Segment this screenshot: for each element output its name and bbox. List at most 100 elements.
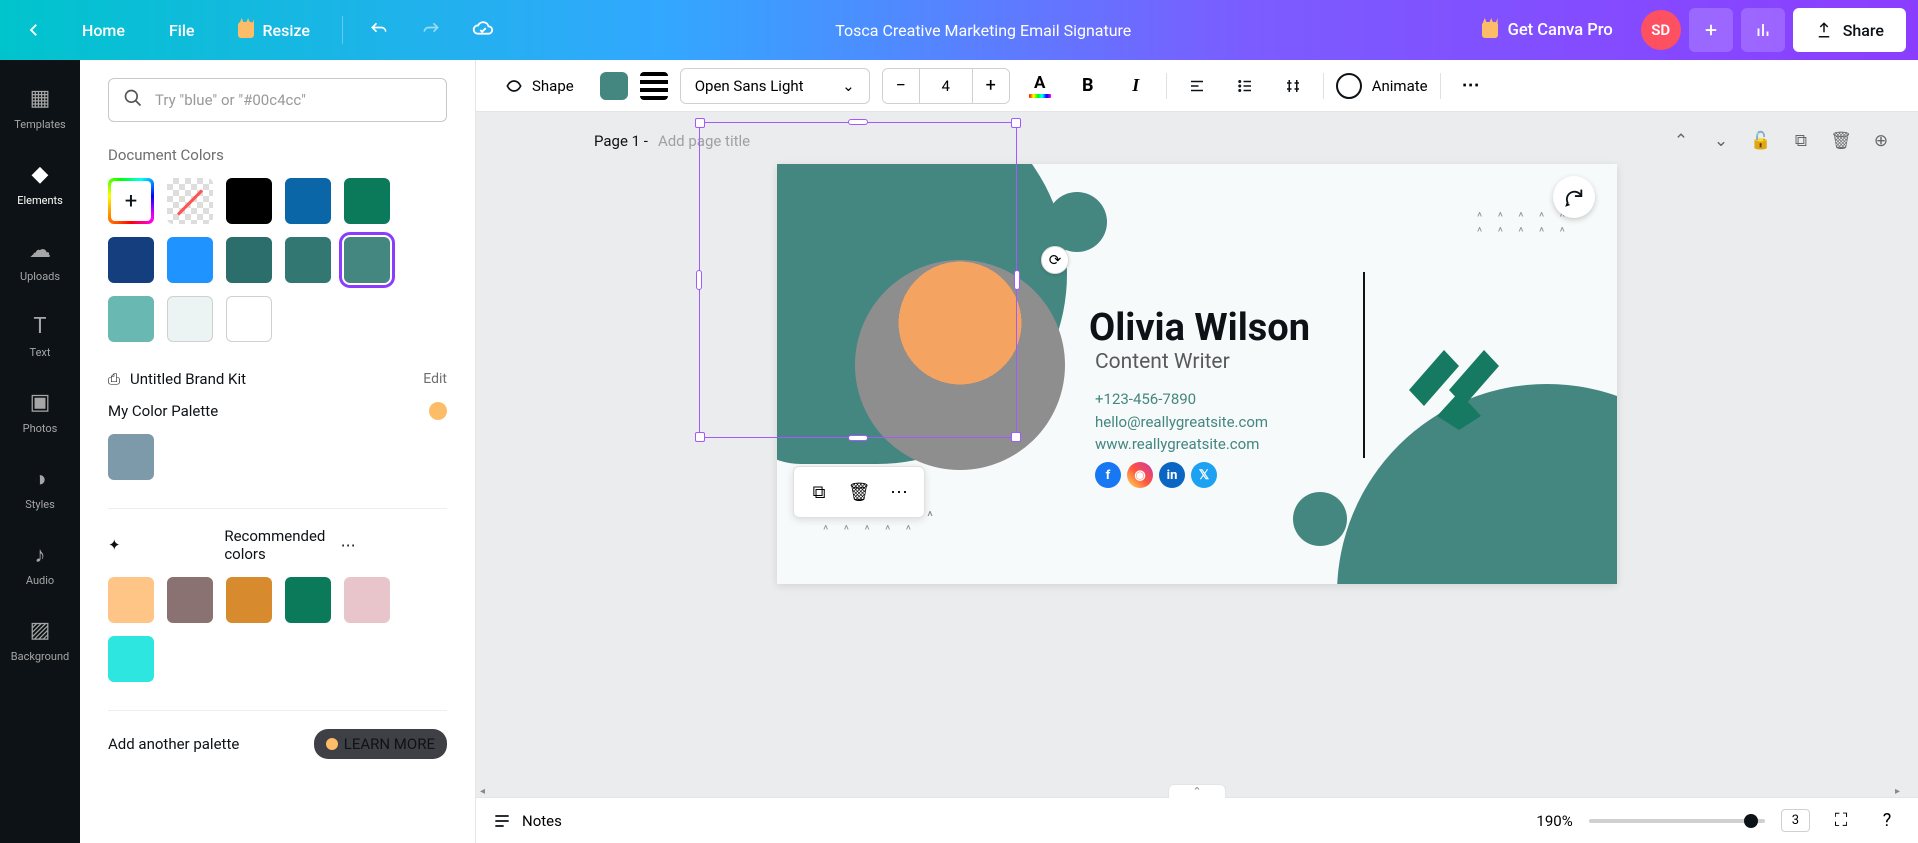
- spacing-button[interactable]: [1275, 68, 1311, 104]
- duplicate-page-icon[interactable]: ⧉: [1786, 126, 1816, 156]
- home-button[interactable]: Home: [64, 8, 143, 52]
- color-swatch[interactable]: [226, 296, 272, 342]
- font-size-plus[interactable]: +: [973, 69, 1009, 103]
- color-swatch[interactable]: [167, 296, 213, 342]
- color-swatch[interactable]: [285, 178, 331, 224]
- rail-photos[interactable]: ▣Photos: [0, 376, 80, 448]
- document-title[interactable]: Tosca Creative Marketing Email Signature: [513, 21, 1454, 40]
- edit-shape-button[interactable]: Shape: [490, 68, 588, 104]
- notes-button[interactable]: Notes: [492, 811, 562, 831]
- page-title-placeholder[interactable]: Add page title: [658, 132, 1656, 150]
- color-swatch[interactable]: [108, 434, 154, 480]
- get-pro-button[interactable]: Get Canva Pro: [1462, 8, 1633, 52]
- color-swatch[interactable]: [226, 178, 272, 224]
- text-contact[interactable]: +123-456-7890 hello@reallygreatsite.com …: [1095, 388, 1268, 456]
- social-icons[interactable]: f◉in𝕏: [1095, 462, 1217, 488]
- rail-styles[interactable]: ◑Styles: [0, 452, 80, 524]
- color-swatch[interactable]: [226, 577, 272, 623]
- social-icon[interactable]: ◉: [1127, 462, 1153, 488]
- expand-handle[interactable]: ^: [917, 504, 943, 530]
- font-size-stepper[interactable]: − +: [882, 68, 1010, 104]
- font-size-minus[interactable]: −: [883, 69, 919, 103]
- bottom-bar: ⌃ Notes 190% 3 ⛶ ?: [476, 797, 1918, 843]
- bold-button[interactable]: B: [1070, 68, 1106, 104]
- rail-templates[interactable]: ▦Templates: [0, 72, 80, 144]
- canvas-area[interactable]: Page 1 - Add page title ⌃ ⌄ 🔓 ⧉ 🗑 ⊕ ^ ^ …: [476, 112, 1918, 797]
- more-icon[interactable]: ⋯: [880, 473, 918, 511]
- rail-uploads[interactable]: ☁Uploads: [0, 224, 80, 296]
- user-avatar[interactable]: SD: [1641, 10, 1681, 50]
- add-palette-label[interactable]: Add another palette: [108, 735, 239, 753]
- color-swatch[interactable]: [344, 577, 390, 623]
- duplicate-icon[interactable]: ⧉: [800, 473, 838, 511]
- rail-elements[interactable]: ◆Elements: [0, 148, 80, 220]
- rail-background[interactable]: ▨Background: [0, 604, 80, 676]
- text-color-button[interactable]: A: [1022, 68, 1058, 104]
- arrow-logo[interactable]: [1389, 320, 1529, 430]
- fullscreen-icon[interactable]: ⛶: [1826, 806, 1856, 836]
- color-search[interactable]: [108, 78, 447, 122]
- file-button[interactable]: File: [151, 8, 213, 52]
- social-icon[interactable]: in: [1159, 462, 1185, 488]
- color-swatch[interactable]: [226, 237, 272, 283]
- page-up-icon[interactable]: ⌃: [1666, 126, 1696, 156]
- align-button[interactable]: [1179, 68, 1215, 104]
- delete-icon[interactable]: 🗑: [840, 473, 878, 511]
- font-select[interactable]: Open Sans Light⌄: [680, 68, 870, 104]
- learn-more-button[interactable]: LEARN MORE: [314, 729, 447, 759]
- add-member-icon[interactable]: [1689, 8, 1733, 52]
- color-swatch[interactable]: [344, 178, 390, 224]
- color-swatch[interactable]: [285, 577, 331, 623]
- redo-icon[interactable]: [409, 8, 453, 52]
- color-swatch[interactable]: [344, 237, 390, 283]
- resize-button[interactable]: Resize: [220, 8, 327, 52]
- lock-icon[interactable]: 🔓: [1746, 126, 1776, 156]
- italic-button[interactable]: I: [1118, 68, 1154, 104]
- border-style[interactable]: [640, 72, 668, 100]
- color-search-input[interactable]: [155, 91, 432, 109]
- artboard[interactable]: ^ ^ ^ ^ ^^ ^ ^ ^ ^ ^ ^ ^ ^ ^^ ^ ^ ^ ^ Ol…: [777, 164, 1617, 584]
- rail-text[interactable]: TText: [0, 300, 80, 372]
- page-count[interactable]: 3: [1781, 809, 1810, 832]
- animate-button[interactable]: Animate: [1336, 73, 1428, 99]
- text-role[interactable]: Content Writer: [1095, 350, 1230, 374]
- add-page-icon[interactable]: ⊕: [1866, 126, 1896, 156]
- more-icon[interactable]: ⋯: [341, 536, 447, 554]
- color-swatch[interactable]: [108, 237, 154, 283]
- color-swatch[interactable]: [167, 237, 213, 283]
- regenerate-fab[interactable]: [1553, 176, 1595, 218]
- shape-circle[interactable]: [1293, 492, 1347, 546]
- fill-color[interactable]: [600, 72, 628, 100]
- profile-photo[interactable]: [855, 260, 1065, 470]
- collapse-handle[interactable]: ⌃: [1168, 784, 1226, 798]
- font-size-input[interactable]: [919, 69, 973, 103]
- cloud-sync-icon[interactable]: [461, 8, 505, 52]
- undo-icon[interactable]: [357, 8, 401, 52]
- rotate-handle[interactable]: ⟳: [1041, 246, 1069, 274]
- rail-audio[interactable]: ♪Audio: [0, 528, 80, 600]
- color-swatch[interactable]: [108, 577, 154, 623]
- back-icon[interactable]: [12, 8, 56, 52]
- chevron-pattern[interactable]: ^ ^ ^ ^ ^^ ^ ^ ^ ^: [1477, 210, 1571, 240]
- color-swatch[interactable]: [108, 636, 154, 682]
- more-options-icon[interactable]: ⋯: [1453, 68, 1489, 104]
- zoom-slider[interactable]: [1589, 819, 1765, 823]
- color-swatch[interactable]: [167, 577, 213, 623]
- divider-line[interactable]: [1363, 272, 1365, 458]
- page-down-icon[interactable]: ⌄: [1706, 126, 1736, 156]
- edit-brand-kit[interactable]: Edit: [423, 371, 447, 387]
- delete-page-icon[interactable]: 🗑: [1826, 126, 1856, 156]
- brand-kit-name[interactable]: ⎙Untitled Brand Kit: [108, 370, 246, 388]
- share-button[interactable]: Share: [1793, 8, 1906, 52]
- social-icon[interactable]: f: [1095, 462, 1121, 488]
- insights-icon[interactable]: [1741, 8, 1785, 52]
- shape-circle[interactable]: [1047, 192, 1107, 252]
- color-swatch[interactable]: [108, 296, 154, 342]
- social-icon[interactable]: 𝕏: [1191, 462, 1217, 488]
- color-swatch[interactable]: [167, 178, 213, 224]
- color-swatch[interactable]: [285, 237, 331, 283]
- help-icon[interactable]: ?: [1872, 806, 1902, 836]
- list-button[interactable]: [1227, 68, 1263, 104]
- text-name[interactable]: Olivia Wilson: [1089, 306, 1310, 350]
- color-swatch[interactable]: [108, 178, 154, 224]
